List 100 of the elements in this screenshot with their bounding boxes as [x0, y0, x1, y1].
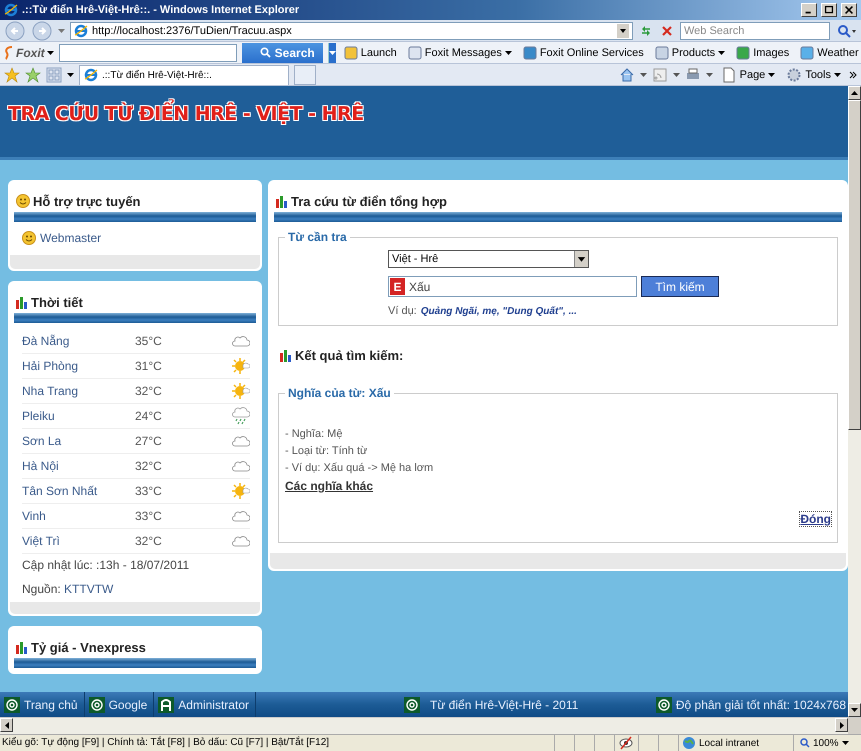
- definition-line: - Loại từ: Tính từ: [285, 445, 368, 457]
- cloud-icon: [232, 434, 250, 448]
- maximize-icon[interactable]: [821, 3, 837, 17]
- scroll-thumb[interactable]: [848, 100, 861, 430]
- foxit-search-field[interactable]: [58, 44, 237, 62]
- toolbar-item[interactable]: Foxit Online Services: [520, 46, 647, 60]
- scroll-right-button[interactable]: [835, 718, 848, 732]
- app-icon: [654, 46, 669, 60]
- scrollbar-corner: [848, 718, 861, 734]
- browser-tab[interactable]: .::Từ điển Hrê-Việt-Hrê::.: [79, 64, 289, 84]
- command-menu[interactable]: Page: [718, 66, 778, 82]
- caret-icon: [504, 50, 512, 54]
- vertical-scrollbar[interactable]: [848, 86, 861, 717]
- panel-title: Tỷ giá - Vnexpress: [31, 640, 146, 654]
- bar-chart-icon: [16, 640, 28, 654]
- caret-icon: [842, 741, 849, 745]
- temperature: 33°C: [135, 484, 163, 498]
- scroll-up-button[interactable]: [848, 86, 861, 100]
- toolbar-item[interactable]: Launch: [340, 46, 400, 60]
- panel-title: Tra cứu từ điển tổng hợp: [291, 194, 447, 208]
- direction-select[interactable]: Việt - Hrê: [388, 250, 589, 268]
- window-title: .::Từ điển Hrê-Việt-Hrê::. - Windows Internet Explorer: [22, 4, 300, 16]
- caret-icon: [718, 50, 726, 54]
- caret-icon: [58, 28, 65, 32]
- caret-icon: [834, 72, 841, 76]
- scroll-down-button[interactable]: [848, 703, 861, 717]
- city-name: Nha Trang: [22, 384, 80, 398]
- foxit-logo-icon: [4, 46, 14, 60]
- temperature: 31°C: [135, 359, 163, 373]
- home-icon[interactable]: [618, 66, 635, 82]
- caret-icon: [67, 72, 74, 76]
- dropdown-icon: [574, 251, 588, 267]
- privacy-icon[interactable]: [618, 735, 634, 751]
- zoom-icon: [800, 738, 810, 748]
- ie-icon: [84, 68, 98, 82]
- caret-icon: [706, 72, 713, 76]
- search-field[interactable]: Web Search: [680, 22, 830, 40]
- ie-icon: [74, 24, 88, 38]
- city-name: Vinh: [22, 509, 47, 523]
- sun-cloud-icon: [232, 357, 250, 375]
- ie-icon: [4, 3, 18, 17]
- down-arrow-icon: [851, 708, 858, 712]
- panel-title: Hỗ trợ trực tuyến: [33, 194, 140, 208]
- toolbar-item[interactable]: Images: [733, 46, 792, 60]
- left-arrow-icon: [4, 722, 8, 728]
- definition-line: - Nghĩa: Mệ: [285, 428, 344, 440]
- app-icon: [736, 46, 750, 60]
- support-link[interactable]: Webmaster: [14, 228, 256, 255]
- star-icon[interactable]: [4, 66, 20, 82]
- temperature: 32°C: [135, 459, 163, 473]
- other-meanings-link[interactable]: Các nghĩa khác: [285, 479, 374, 493]
- zoom-control[interactable]: 100%: [797, 738, 852, 748]
- search-options-button[interactable]: [328, 42, 336, 62]
- temperature: 32°C: [135, 384, 163, 398]
- copyright-text: Từ điển Hrê-Việt-Hrê - 2011: [430, 698, 578, 712]
- foxit-menu[interactable]: Foxit: [4, 46, 54, 60]
- caret-icon: [672, 72, 680, 76]
- results-title: Kết quả tìm kiếm:: [295, 348, 404, 362]
- rain-cloud-icon: [232, 407, 250, 425]
- add-favorite-icon[interactable]: [25, 66, 41, 82]
- up-arrow-icon: [851, 91, 858, 95]
- close-link[interactable]: Đóng: [800, 512, 831, 526]
- weather-source: Nguồn: KTTVTW: [21, 581, 114, 598]
- temperature: 35°C: [135, 334, 163, 348]
- toolbar-item[interactable]: Foxit Messages: [404, 46, 515, 60]
- temperature: 24°C: [135, 409, 163, 423]
- app-icon: [408, 46, 422, 60]
- temperature: 33°C: [135, 509, 163, 523]
- gear-icon: [786, 66, 802, 82]
- city-name: Đà Nẵng: [22, 334, 70, 348]
- city-name: Pleiku: [22, 409, 56, 423]
- back-icon[interactable]: [4, 20, 26, 40]
- search-button[interactable]: Search: [242, 42, 323, 62]
- user-icon: [158, 696, 174, 712]
- bar-chart-icon: [280, 348, 292, 362]
- page-icon: [720, 66, 737, 82]
- horizontal-scrollbar[interactable]: [0, 717, 861, 734]
- forward-icon[interactable]: [31, 20, 53, 40]
- search-button[interactable]: Tìm kiếm: [641, 276, 719, 297]
- temperature: 32°C: [135, 534, 163, 548]
- address-field[interactable]: http://localhost:2376/TuDien/Tracuu.aspx: [70, 22, 633, 40]
- toolbar-item[interactable]: Products: [652, 46, 728, 60]
- toolbar-item[interactable]: Weather: [797, 46, 861, 60]
- caret-icon: [768, 72, 776, 76]
- chevron-icon[interactable]: [849, 70, 857, 78]
- close-icon[interactable]: [841, 3, 857, 17]
- definition-line: - Ví dụ: Xấu quá -> Mệ ha lơm: [285, 462, 434, 474]
- minimize-icon[interactable]: [801, 3, 817, 17]
- bar-chart-icon: [276, 194, 288, 208]
- source-link[interactable]: KTTVTW: [64, 582, 114, 596]
- scroll-left-button[interactable]: [0, 718, 13, 732]
- right-arrow-icon: [840, 722, 844, 728]
- command-menu[interactable]: Tools: [783, 66, 844, 82]
- dropdown-icon[interactable]: [617, 24, 629, 38]
- example-links[interactable]: Quảng Ngãi, mẹ, "Dung Quất", ...: [420, 306, 577, 317]
- city-name: Hà Nội: [22, 459, 60, 473]
- caret-icon: [46, 50, 54, 54]
- city-name: Việt Trì: [22, 534, 61, 548]
- sun-cloud-icon: [232, 382, 250, 400]
- smiley-icon: [22, 231, 36, 245]
